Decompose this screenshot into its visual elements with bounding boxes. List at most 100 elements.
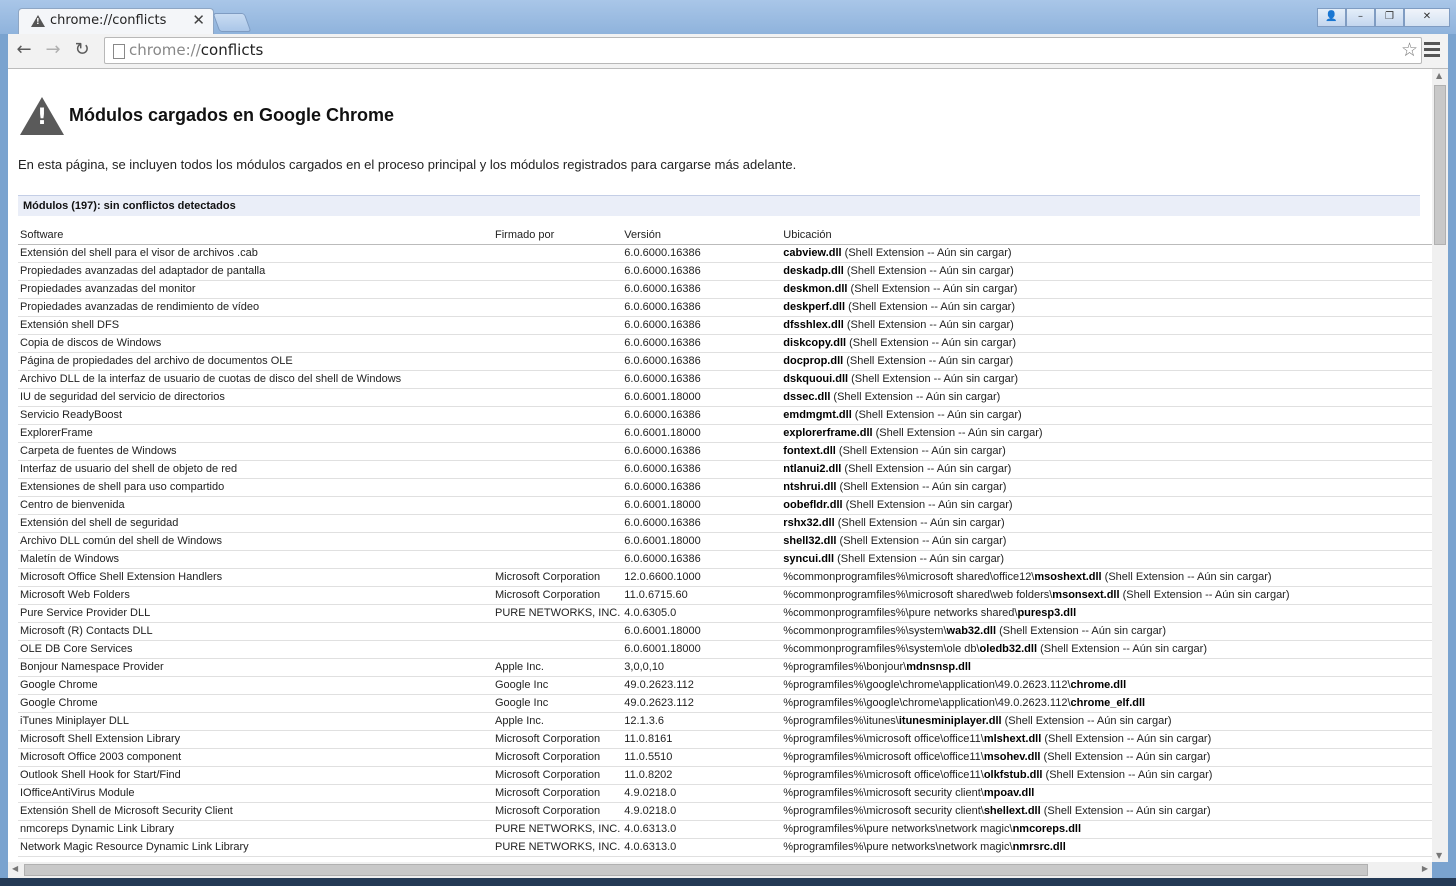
profile-button[interactable]: 👤 [1317,8,1346,27]
star-icon[interactable]: ☆ [1401,39,1418,61]
location-note: (Shell Extension -- Aún sin cargar) [834,517,1005,529]
cell-software: Maletín de Windows [18,550,493,569]
cell-location: dfsshlex.dll (Shell Extension -- Aún sin… [781,316,1432,335]
back-button[interactable]: ← [14,41,34,61]
table-row: Centro de bienvenida 6.0.6001.18000 oobefl… [18,496,1432,515]
vertical-scroll-thumb[interactable] [1434,85,1446,245]
location-note: (Shell Extension -- Aún sin cargar) [1101,571,1272,583]
location-dll: mlshext.dll [983,733,1042,745]
cell-software: Pure Service Provider DLL [18,604,493,623]
location-path: %programfiles%\microsoft security client… [783,787,984,799]
cell-version: 11.0.8161 [622,730,782,749]
minimize-button[interactable]: – [1346,8,1375,27]
cell-location: explorerframe.dll (Shell Extension -- Aú… [781,424,1432,443]
close-window-button[interactable]: ✕ [1404,8,1450,27]
location-note: (Shell Extension -- Aún sin cargar) [841,463,1012,475]
menu-icon[interactable] [1424,42,1440,60]
cell-signer: Microsoft Corporation [493,586,623,605]
reload-button[interactable]: ↻ [72,41,92,61]
vertical-scrollbar[interactable]: ▲ ▼ [1432,69,1448,862]
cell-version: 11.0.6715.60 [622,586,782,605]
cell-software: Propiedades avanzadas de rendimiento de … [18,298,493,317]
modules-summary: Módulos (197): sin conflictos detectados [18,195,1420,216]
cell-software: Microsoft Office Shell Extension Handler… [18,568,493,587]
location-note: (Shell Extension -- Aún sin cargar) [1042,769,1213,781]
cell-location: %programfiles%\pure networks\network mag… [781,820,1432,839]
horizontal-scrollbar[interactable]: ◀ ▶ [8,862,1432,878]
tab-conflicts[interactable]: chrome://conflicts ✕ [18,8,214,34]
cell-version: 6.0.6000.16386 [622,262,782,281]
cell-location: %commonprogramfiles%\system\ole db\oledb… [781,640,1432,659]
cell-software: Outlook Shell Hook for Start/Find [18,766,493,785]
cell-software: Microsoft Web Folders [18,586,493,605]
location-note: (Shell Extension -- Aún sin cargar) [843,319,1014,331]
location-note: (Shell Extension -- Aún sin cargar) [845,301,1016,313]
location-dll: nmrsrc.dll [1012,841,1066,853]
location-dll: chrome_elf.dll [1070,697,1146,709]
location-note: (Shell Extension -- Aún sin cargar) [1001,715,1172,727]
cell-version: 3,0,0,10 [622,658,782,677]
scroll-left-icon[interactable]: ◀ [12,864,18,873]
location-dll: emdmgmt.dll [783,409,852,421]
location-path: %commonprogramfiles%\system\ole db\ [783,643,980,655]
location-dll: rshx32.dll [783,517,835,529]
location-note: (Shell Extension -- Aún sin cargar) [835,445,1006,457]
cell-software: Archivo DLL de la interfaz de usuario de… [18,370,493,389]
cell-signer: Apple Inc. [493,712,623,731]
cell-signer [493,262,623,281]
scroll-up-icon[interactable]: ▲ [1436,71,1442,80]
cell-software: ExplorerFrame [18,424,493,443]
scroll-right-icon[interactable]: ▶ [1422,864,1428,873]
horizontal-scroll-thumb[interactable] [24,864,1368,876]
scroll-down-icon[interactable]: ▼ [1436,851,1442,860]
cell-version: 49.0.2623.112 [622,694,782,713]
header-signer: Firmado por [493,226,623,245]
cell-location: syncui.dll (Shell Extension -- Aún sin c… [781,550,1432,569]
address-bar[interactable]: chrome://conflicts ☆ [104,37,1422,64]
cell-location: %commonprogramfiles%\pure networks share… [781,604,1432,623]
cell-software: Carpeta de fuentes de Windows [18,442,493,461]
cell-version: 6.0.6000.16386 [622,334,782,353]
cell-signer [493,550,623,569]
cell-software: iTunes Miniplayer DLL [18,712,493,731]
forward-button[interactable]: → [43,41,63,61]
close-tab-icon[interactable]: ✕ [192,11,205,29]
table-row: Microsoft Web Folders Microsoft Corporati… [18,586,1432,605]
location-path: %programfiles%\microsoft security client… [783,805,984,817]
location-dll: oobefldr.dll [783,499,843,511]
cell-version: 6.0.6000.16386 [622,244,782,263]
location-note: (Shell Extension -- Aún sin cargar) [830,391,1001,403]
cell-signer [493,514,623,533]
cell-signer: Apple Inc. [493,658,623,677]
cell-version: 6.0.6000.16386 [622,460,782,479]
cell-version: 11.0.8202 [622,766,782,785]
url-scheme: chrome:// [129,41,201,59]
cell-signer: Google Inc [493,694,623,713]
location-dll: cabview.dll [783,247,842,259]
table-row: Página de propiedades del archivo de doc… [18,352,1432,371]
warning-icon [20,97,64,135]
browser-window: chrome://conflicts ✕ 👤 – ❐ ✕ ← → ↻ chrom… [0,0,1456,886]
cell-location: %programfiles%\itunes\itunesminiplayer.d… [781,712,1432,731]
page-icon [113,44,125,59]
location-path: %programfiles%\itunes\ [783,715,899,727]
restore-button[interactable]: ❐ [1375,8,1404,27]
table-row: Extensión del shell de seguridad 6.0.6000… [18,514,1432,533]
new-tab-button[interactable] [212,13,252,32]
cell-signer [493,532,623,551]
location-dll: ntshrui.dll [783,481,837,493]
cell-signer [493,406,623,425]
cell-location: %commonprogramfiles%\microsoft shared\of… [781,568,1432,587]
location-path: %programfiles%\google\chrome\application… [783,697,1071,709]
cell-software: Interfaz de usuario del shell de objeto … [18,460,493,479]
location-dll: deskmon.dll [783,283,848,295]
location-note: (Shell Extension -- Aún sin cargar) [843,265,1014,277]
table-row: Servicio ReadyBoost 6.0.6000.16386 emdmgmt… [18,406,1432,425]
page-description: En esta página, se incluyen todos los mó… [18,157,797,172]
table-row: IU de seguridad del servicio de director… [18,388,1432,407]
location-note: (Shell Extension -- Aún sin cargar) [834,553,1005,565]
location-note: (Shell Extension -- Aún sin cargar) [843,355,1014,367]
cell-software: Extensiones de shell para uso compartido [18,478,493,497]
cell-software: Microsoft Shell Extension Library [18,730,493,749]
cell-software: Bonjour Namespace Provider [18,658,493,677]
